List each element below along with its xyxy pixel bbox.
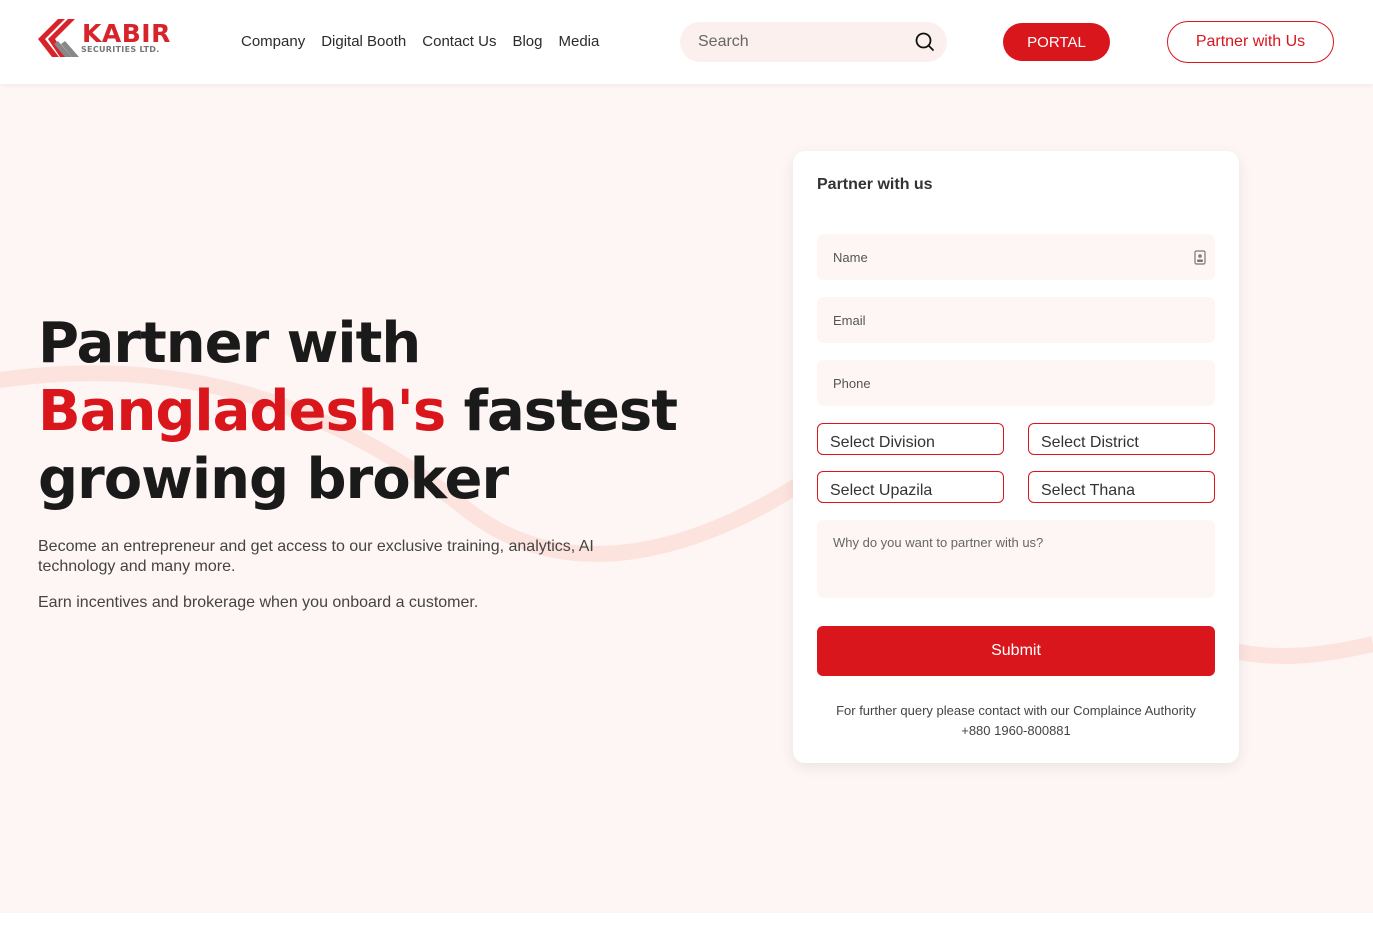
nav-item-blog[interactable]: Blog (512, 33, 542, 50)
nav-item-media[interactable]: Media (559, 33, 600, 50)
email-field[interactable] (817, 297, 1215, 343)
search-icon[interactable] (914, 31, 936, 53)
hero-title-highlight: Bangladesh's (38, 379, 446, 444)
brand-name: KABIR (82, 19, 171, 48)
division-select[interactable]: Select Division (817, 423, 1004, 455)
nav-item-contact-us[interactable]: Contact Us (422, 33, 496, 50)
hero-paragraph-1: Become an entrepreneur and get access to… (38, 538, 594, 575)
portal-button[interactable]: PORTAL (1003, 23, 1110, 61)
district-select[interactable]: Select District (1028, 423, 1215, 455)
upazila-select[interactable]: Select Upazila (817, 471, 1004, 503)
nav-item-digital-booth[interactable]: Digital Booth (321, 33, 406, 50)
submit-button[interactable]: Submit (817, 626, 1215, 676)
site-header: KABIR SECURITIES LTD. Company Digital Bo… (0, 0, 1373, 84)
partner-with-us-button[interactable]: Partner with Us (1167, 21, 1334, 63)
hero-paragraph-2: Earn incentives and brokerage when you o… (38, 594, 479, 611)
contact-phone: +880 1960-800881 (961, 723, 1071, 738)
nav-item-company[interactable]: Company (241, 33, 305, 50)
search-input[interactable] (698, 22, 908, 62)
partner-form-card: Partner with us Select Division Select D… (793, 151, 1239, 763)
partner-reason-field[interactable] (817, 520, 1215, 598)
hero-title-line3: growing broker (38, 447, 509, 512)
hero-title: Partner with Bangladesh's fastest growin… (38, 310, 738, 514)
form-title: Partner with us (817, 176, 933, 193)
logo-stripes-icon (38, 19, 79, 57)
thana-select[interactable]: Select Thana (1028, 471, 1215, 503)
brand-logo[interactable]: KABIR SECURITIES LTD. (38, 19, 180, 61)
phone-field[interactable] (817, 360, 1215, 406)
main-nav: Company Digital Booth Contact Us Blog Me… (241, 33, 599, 50)
name-field[interactable] (817, 234, 1215, 280)
hero-title-line1: Partner with (38, 311, 421, 376)
contact-card-icon (1194, 250, 1206, 265)
contact-note: For further query please contact with ou… (836, 703, 1196, 718)
hero-title-rest: fastest (445, 379, 678, 444)
search-box (680, 22, 947, 62)
brand-subtitle: SECURITIES LTD. (81, 45, 160, 54)
